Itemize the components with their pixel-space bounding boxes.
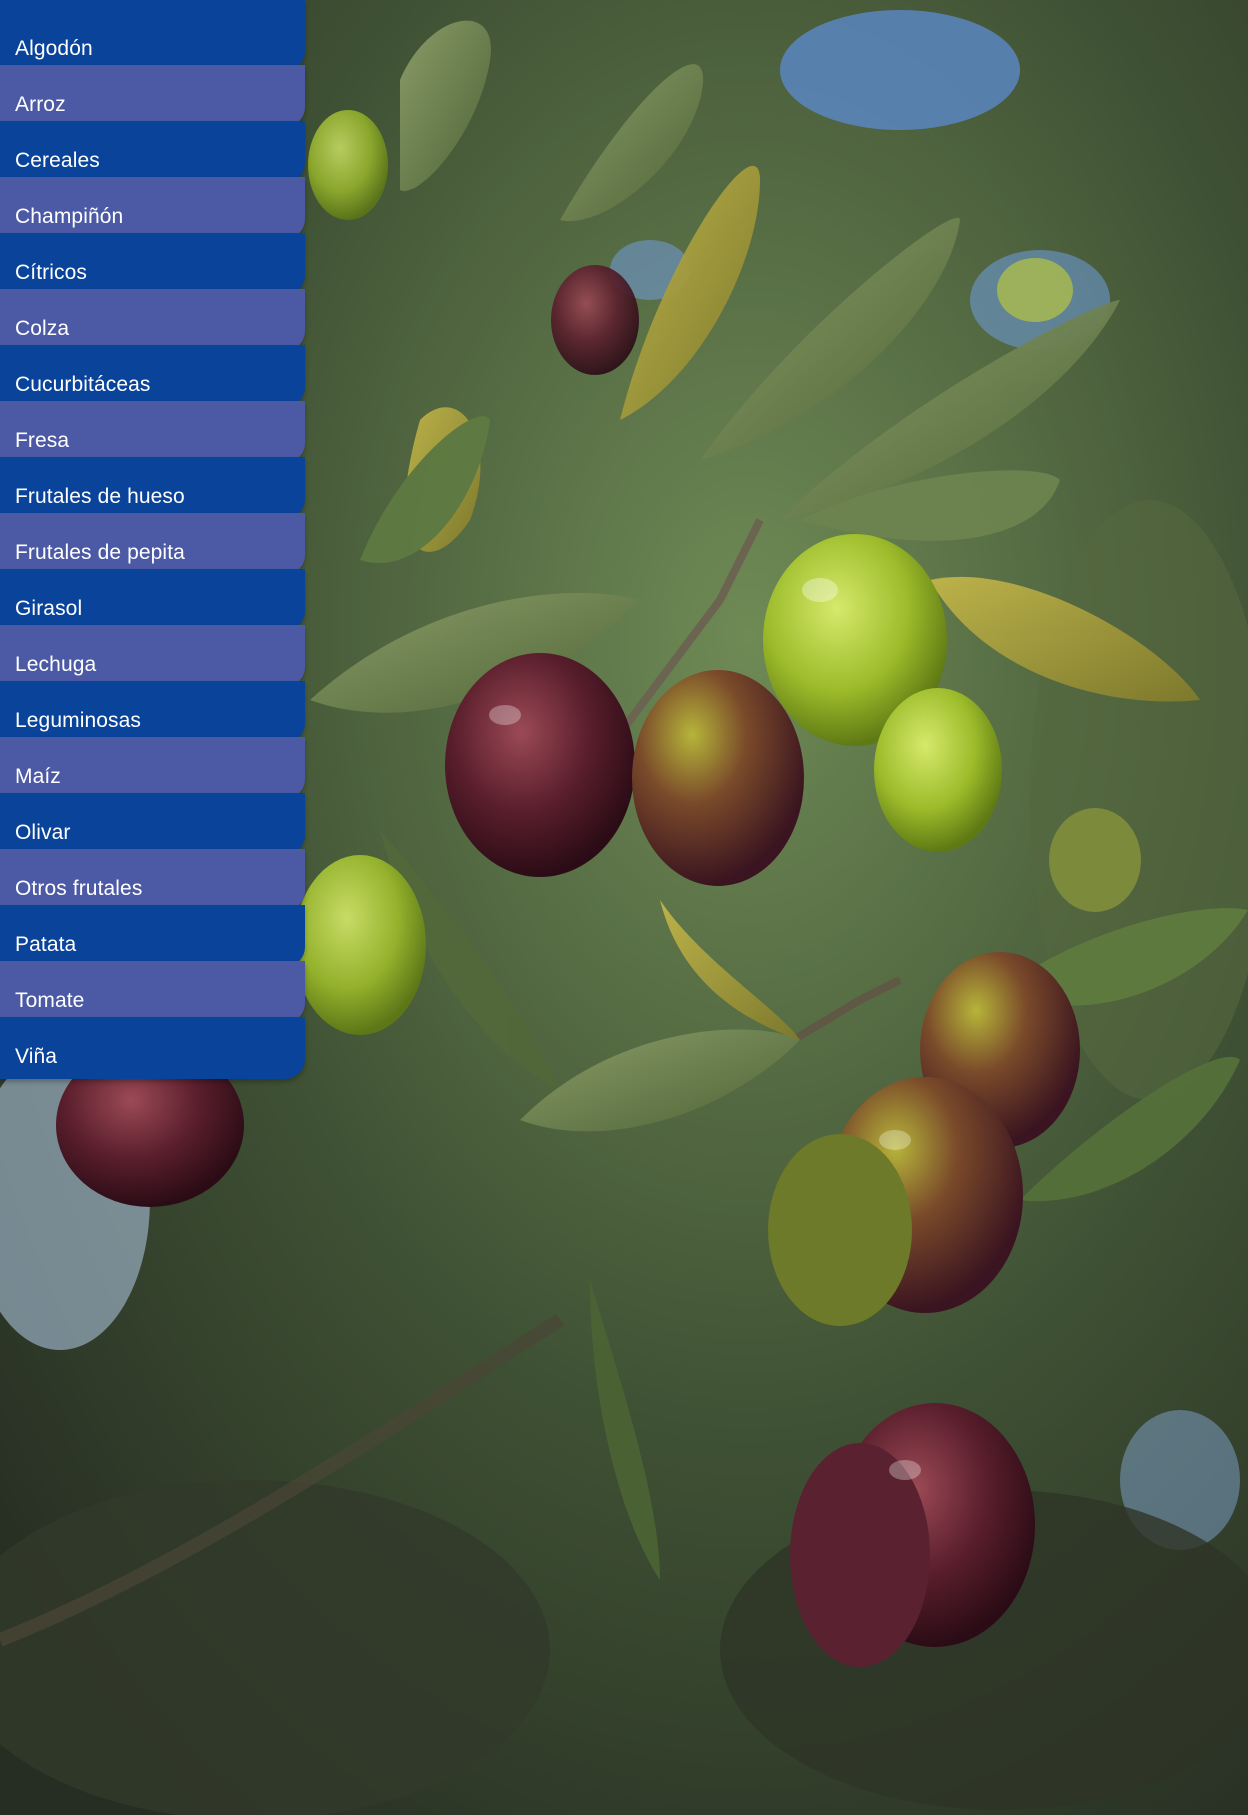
menu-item-olivar[interactable]: Olivar <box>0 793 305 855</box>
menu-item-label: Cucurbitáceas <box>15 373 151 396</box>
menu-item-label: Arroz <box>15 93 66 116</box>
menu-item-label: Patata <box>15 933 77 956</box>
menu-item-label: Lechuga <box>15 653 97 676</box>
menu-item-label: Fresa <box>15 429 70 452</box>
menu-item-citricos[interactable]: Cítricos <box>0 233 305 295</box>
menu-item-label: Frutales de hueso <box>15 485 185 508</box>
menu-item-girasol[interactable]: Girasol <box>0 569 305 631</box>
menu-item-vina[interactable]: Viña <box>0 1017 305 1079</box>
menu-item-lechuga[interactable]: Lechuga <box>0 625 305 687</box>
menu-item-arroz[interactable]: Arroz <box>0 65 305 127</box>
menu-item-label: Champiñón <box>15 205 124 228</box>
menu-item-label: Otros frutales <box>15 877 143 900</box>
menu-item-label: Viña <box>15 1045 58 1068</box>
menu-item-label: Maíz <box>15 765 61 788</box>
menu-item-leguminosas[interactable]: Leguminosas <box>0 681 305 743</box>
menu-item-cereales[interactable]: Cereales <box>0 121 305 183</box>
menu-item-cucurbitaceas[interactable]: Cucurbitáceas <box>0 345 305 407</box>
menu-item-frutales-de-pepita[interactable]: Frutales de pepita <box>0 513 305 575</box>
menu-item-label: Tomate <box>15 989 85 1012</box>
menu-item-otros-frutales[interactable]: Otros frutales <box>0 849 305 911</box>
menu-item-patata[interactable]: Patata <box>0 905 305 967</box>
menu-item-label: Olivar <box>15 821 71 844</box>
menu-item-label: Colza <box>15 317 70 340</box>
menu-item-fresa[interactable]: Fresa <box>0 401 305 463</box>
menu-item-label: Frutales de pepita <box>15 541 185 564</box>
menu-item-algodon[interactable]: Algodón <box>0 0 305 71</box>
menu-item-tomate[interactable]: Tomate <box>0 961 305 1023</box>
menu-item-label: Girasol <box>15 597 83 620</box>
menu-item-label: Algodón <box>15 37 93 60</box>
menu-item-champinon[interactable]: Champiñón <box>0 177 305 239</box>
menu-item-frutales-de-hueso[interactable]: Frutales de hueso <box>0 457 305 519</box>
menu-item-maiz[interactable]: Maíz <box>0 737 305 799</box>
menu-item-label: Cereales <box>15 149 100 172</box>
menu-item-colza[interactable]: Colza <box>0 289 305 351</box>
menu-item-label: Cítricos <box>15 261 87 284</box>
crop-menu: Algodón Arroz Cereales Champiñón Cítrico… <box>0 0 305 1079</box>
menu-item-label: Leguminosas <box>15 709 142 732</box>
